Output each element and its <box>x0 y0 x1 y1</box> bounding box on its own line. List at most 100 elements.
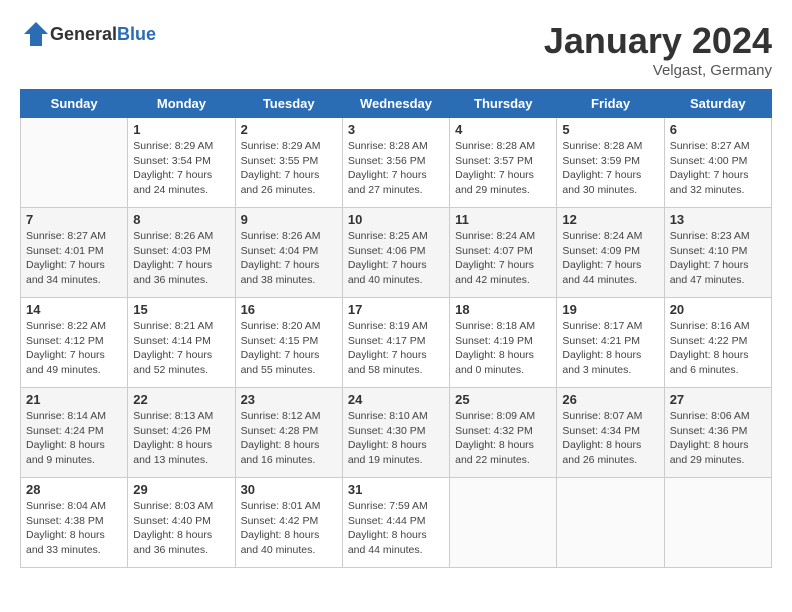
day-info: Sunrise: 8:28 AMSunset: 3:56 PMDaylight:… <box>348 139 444 198</box>
calendar-cell: 15 Sunrise: 8:21 AMSunset: 4:14 PMDayligh… <box>128 298 235 388</box>
day-number: 25 <box>455 392 551 407</box>
header: GeneralBlue January 2024 Velgast, German… <box>20 20 772 79</box>
day-number: 10 <box>348 212 444 227</box>
day-info: Sunrise: 8:14 AMSunset: 4:24 PMDaylight:… <box>26 409 122 468</box>
day-number: 26 <box>562 392 658 407</box>
day-info: Sunrise: 8:26 AMSunset: 4:03 PMDaylight:… <box>133 229 229 288</box>
day-number: 30 <box>241 482 337 497</box>
logo-icon <box>22 20 50 48</box>
day-info: Sunrise: 8:29 AMSunset: 3:55 PMDaylight:… <box>241 139 337 198</box>
weekday-monday: Monday <box>128 90 235 118</box>
week-row-3: 14Sunrise: 8:22 AMSunset: 4:12 PMDayligh… <box>21 298 772 388</box>
calendar-cell <box>664 478 771 568</box>
calendar-cell: 16 Sunrise: 8:20 AMSunset: 4:15 PMDayligh… <box>235 298 342 388</box>
day-info: Sunrise: 8:21 AMSunset: 4:14 PMDaylight:… <box>133 319 229 378</box>
day-number: 12 <box>562 212 658 227</box>
day-number: 9 <box>241 212 337 227</box>
day-number: 20 <box>670 302 766 317</box>
day-number: 16 <box>241 302 337 317</box>
day-number: 11 <box>455 212 551 227</box>
day-number: 29 <box>133 482 229 497</box>
day-info: Sunrise: 7:59 AMSunset: 4:44 PMDaylight:… <box>348 499 444 558</box>
calendar-cell: 5 Sunrise: 8:28 AMSunset: 3:59 PMDaylight… <box>557 118 664 208</box>
day-number: 19 <box>562 302 658 317</box>
calendar-cell <box>450 478 557 568</box>
weekday-saturday: Saturday <box>664 90 771 118</box>
calendar-cell <box>557 478 664 568</box>
day-info: Sunrise: 8:20 AMSunset: 4:15 PMDaylight:… <box>241 319 337 378</box>
day-info: Sunrise: 8:12 AMSunset: 4:28 PMDaylight:… <box>241 409 337 468</box>
day-number: 17 <box>348 302 444 317</box>
day-number: 24 <box>348 392 444 407</box>
day-info: Sunrise: 8:06 AMSunset: 4:36 PMDaylight:… <box>670 409 766 468</box>
day-info: Sunrise: 8:28 AMSunset: 3:59 PMDaylight:… <box>562 139 658 198</box>
day-info: Sunrise: 8:27 AMSunset: 4:01 PMDaylight:… <box>26 229 122 288</box>
day-info: Sunrise: 8:01 AMSunset: 4:42 PMDaylight:… <box>241 499 337 558</box>
calendar-table: SundayMondayTuesdayWednesdayThursdayFrid… <box>20 89 772 568</box>
calendar-cell: 2Sunrise: 8:29 AMSunset: 3:55 PMDaylight… <box>235 118 342 208</box>
day-info: Sunrise: 8:28 AMSunset: 3:57 PMDaylight:… <box>455 139 551 198</box>
day-number: 15 <box>133 302 229 317</box>
logo-blue: Blue <box>117 24 156 44</box>
calendar-cell: 20 Sunrise: 8:16 AMSunset: 4:22 PMDayligh… <box>664 298 771 388</box>
day-info: Sunrise: 8:09 AMSunset: 4:32 PMDaylight:… <box>455 409 551 468</box>
calendar-cell: 3 Sunrise: 8:28 AMSunset: 3:56 PMDaylight… <box>342 118 449 208</box>
day-info: Sunrise: 8:04 AMSunset: 4:38 PMDaylight:… <box>26 499 122 558</box>
day-number: 21 <box>26 392 122 407</box>
calendar-cell: 29 Sunrise: 8:03 AMSunset: 4:40 PMDayligh… <box>128 478 235 568</box>
logo: GeneralBlue <box>20 20 156 48</box>
calendar-cell: 28 Sunrise: 8:04 AMSunset: 4:38 PMDayligh… <box>21 478 128 568</box>
day-info: Sunrise: 8:16 AMSunset: 4:22 PMDaylight:… <box>670 319 766 378</box>
week-row-5: 28 Sunrise: 8:04 AMSunset: 4:38 PMDayligh… <box>21 478 772 568</box>
calendar-header: SundayMondayTuesdayWednesdayThursdayFrid… <box>21 90 772 118</box>
day-info: Sunrise: 8:17 AMSunset: 4:21 PMDaylight:… <box>562 319 658 378</box>
calendar-body: 1Sunrise: 8:29 AMSunset: 3:54 PMDaylight… <box>21 118 772 568</box>
day-info: Sunrise: 8:13 AMSunset: 4:26 PMDaylight:… <box>133 409 229 468</box>
calendar-cell: 6Sunrise: 8:27 AMSunset: 4:00 PMDaylight… <box>664 118 771 208</box>
calendar-cell: 7Sunrise: 8:27 AMSunset: 4:01 PMDaylight… <box>21 208 128 298</box>
weekday-header-row: SundayMondayTuesdayWednesdayThursdayFrid… <box>21 90 772 118</box>
calendar-cell: 14Sunrise: 8:22 AMSunset: 4:12 PMDayligh… <box>21 298 128 388</box>
logo-general: General <box>50 24 117 44</box>
calendar-cell: 26 Sunrise: 8:07 AMSunset: 4:34 PMDayligh… <box>557 388 664 478</box>
day-info: Sunrise: 8:25 AMSunset: 4:06 PMDaylight:… <box>348 229 444 288</box>
day-info: Sunrise: 8:18 AMSunset: 4:19 PMDaylight:… <box>455 319 551 378</box>
calendar-cell: 24 Sunrise: 8:10 AMSunset: 4:30 PMDayligh… <box>342 388 449 478</box>
calendar-cell: 4 Sunrise: 8:28 AMSunset: 3:57 PMDaylight… <box>450 118 557 208</box>
calendar-cell: 10 Sunrise: 8:25 AMSunset: 4:06 PMDayligh… <box>342 208 449 298</box>
weekday-sunday: Sunday <box>21 90 128 118</box>
calendar-cell: 23 Sunrise: 8:12 AMSunset: 4:28 PMDayligh… <box>235 388 342 478</box>
day-number: 22 <box>133 392 229 407</box>
calendar-cell: 19 Sunrise: 8:17 AMSunset: 4:21 PMDayligh… <box>557 298 664 388</box>
day-number: 5 <box>562 122 658 137</box>
day-number: 4 <box>455 122 551 137</box>
day-info: Sunrise: 8:07 AMSunset: 4:34 PMDaylight:… <box>562 409 658 468</box>
calendar-cell: 30 Sunrise: 8:01 AMSunset: 4:42 PMDayligh… <box>235 478 342 568</box>
day-info: Sunrise: 8:26 AMSunset: 4:04 PMDaylight:… <box>241 229 337 288</box>
week-row-4: 21 Sunrise: 8:14 AMSunset: 4:24 PMDayligh… <box>21 388 772 478</box>
day-number: 13 <box>670 212 766 227</box>
day-number: 31 <box>348 482 444 497</box>
day-info: Sunrise: 8:03 AMSunset: 4:40 PMDaylight:… <box>133 499 229 558</box>
day-info: Sunrise: 8:22 AMSunset: 4:12 PMDaylight:… <box>26 319 122 378</box>
calendar-cell <box>21 118 128 208</box>
calendar-cell: 27Sunrise: 8:06 AMSunset: 4:36 PMDayligh… <box>664 388 771 478</box>
calendar-cell: 21 Sunrise: 8:14 AMSunset: 4:24 PMDayligh… <box>21 388 128 478</box>
day-info: Sunrise: 8:10 AMSunset: 4:30 PMDaylight:… <box>348 409 444 468</box>
title-area: January 2024 Velgast, Germany <box>544 20 772 79</box>
calendar-cell: 1Sunrise: 8:29 AMSunset: 3:54 PMDaylight… <box>128 118 235 208</box>
calendar-cell: 25 Sunrise: 8:09 AMSunset: 4:32 PMDayligh… <box>450 388 557 478</box>
calendar-cell: 13Sunrise: 8:23 AMSunset: 4:10 PMDayligh… <box>664 208 771 298</box>
month-title: January 2024 <box>544 20 772 62</box>
week-row-2: 7Sunrise: 8:27 AMSunset: 4:01 PMDaylight… <box>21 208 772 298</box>
day-number: 23 <box>241 392 337 407</box>
day-number: 6 <box>670 122 766 137</box>
calendar-cell: 11Sunrise: 8:24 AMSunset: 4:07 PMDayligh… <box>450 208 557 298</box>
day-number: 1 <box>133 122 229 137</box>
day-number: 3 <box>348 122 444 137</box>
calendar-cell: 8Sunrise: 8:26 AMSunset: 4:03 PMDaylight… <box>128 208 235 298</box>
calendar-cell: 17Sunrise: 8:19 AMSunset: 4:17 PMDayligh… <box>342 298 449 388</box>
logo-text: GeneralBlue <box>50 24 156 45</box>
location-title: Velgast, Germany <box>544 62 772 79</box>
day-number: 28 <box>26 482 122 497</box>
